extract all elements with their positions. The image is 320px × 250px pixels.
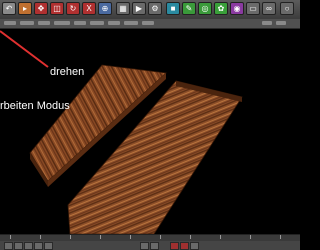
viewport-menu-item[interactable] <box>74 21 86 25</box>
next-key-button[interactable] <box>140 242 149 250</box>
timeline-tick <box>280 235 281 239</box>
next-frame-button[interactable] <box>44 242 53 250</box>
keyframe-selection-button[interactable] <box>190 242 199 250</box>
go-to-start-button[interactable] <box>4 242 13 250</box>
previous-frame-button[interactable] <box>24 242 33 250</box>
scene-icon[interactable]: ▭ <box>246 2 260 15</box>
timeline-ruler[interactable] <box>0 235 300 241</box>
annotation-edit-mode-label: rbeiten Modus <box>0 100 70 112</box>
go-to-end-button[interactable] <box>150 242 159 250</box>
timeline-tick <box>10 235 11 239</box>
annotation-arrow <box>0 30 49 68</box>
scale-icon[interactable]: ◫ <box>50 2 64 15</box>
viewport-scene <box>0 30 243 234</box>
viewport-menu-item[interactable] <box>124 21 138 25</box>
live-selection-icon[interactable]: ▸ <box>18 2 32 15</box>
render-icon[interactable]: ▶ <box>132 2 146 15</box>
viewport-menu-item[interactable] <box>142 21 154 25</box>
timeline-tick <box>160 235 161 239</box>
cube-icon[interactable]: ■ <box>166 2 180 15</box>
viewport-nav-icon[interactable] <box>276 21 286 25</box>
camera-icon[interactable]: ∞ <box>262 2 276 15</box>
3d-viewport[interactable]: drehen rbeiten Modus <box>0 29 300 234</box>
timeline-bar <box>0 234 300 250</box>
cinema4d-window: ↶ ▸ ✥ ◫ ↻ X ⊕ ▦ ▶ ⚙ ■ ✎ ◎ ✿ ◉ ▭ ∞ ○ dreh… <box>0 0 300 250</box>
annotation-rotate-label: drehen <box>50 66 85 78</box>
coordinate-system-icon[interactable]: ⊕ <box>98 2 112 15</box>
light-icon[interactable]: ○ <box>280 2 294 15</box>
viewport-menu-item[interactable] <box>38 21 50 25</box>
move-icon[interactable]: ✥ <box>34 2 48 15</box>
viewport-menubar <box>0 19 300 29</box>
xyz-icon[interactable]: X <box>82 2 96 15</box>
viewport-menu-item[interactable] <box>90 21 104 25</box>
nurbs-icon[interactable]: ◎ <box>198 2 212 15</box>
timeline-tick <box>250 235 251 239</box>
previous-key-button[interactable] <box>14 242 23 250</box>
viewport-menu-item[interactable] <box>108 21 120 25</box>
main-toolbar: ↶ ▸ ✥ ◫ ↻ X ⊕ ▦ ▶ ⚙ ■ ✎ ◎ ✿ ◉ ▭ ∞ ○ <box>0 0 300 20</box>
deformer-icon[interactable]: ◉ <box>230 2 244 15</box>
rotate-icon[interactable]: ↻ <box>66 2 80 15</box>
timeline-tick <box>130 235 131 239</box>
render-settings-icon[interactable]: ⚙ <box>148 2 162 15</box>
timeline-tick <box>220 235 221 239</box>
viewport-menu-item[interactable] <box>20 21 34 25</box>
viewport-nav-icon[interactable] <box>262 21 272 25</box>
record-button[interactable] <box>170 242 179 250</box>
timeline-tick <box>70 235 71 239</box>
viewport-menu-item[interactable] <box>54 21 70 25</box>
array-icon[interactable]: ✿ <box>214 2 228 15</box>
play-button[interactable] <box>34 242 43 250</box>
viewport-menu-item[interactable] <box>4 21 16 25</box>
undo-icon[interactable]: ↶ <box>2 2 16 15</box>
spline-icon[interactable]: ✎ <box>182 2 196 15</box>
timeline-tick <box>100 235 101 239</box>
timeline-tick <box>40 235 41 239</box>
timeline-tick <box>190 235 191 239</box>
render-view-icon[interactable]: ▦ <box>116 2 130 15</box>
autokey-button[interactable] <box>180 242 189 250</box>
